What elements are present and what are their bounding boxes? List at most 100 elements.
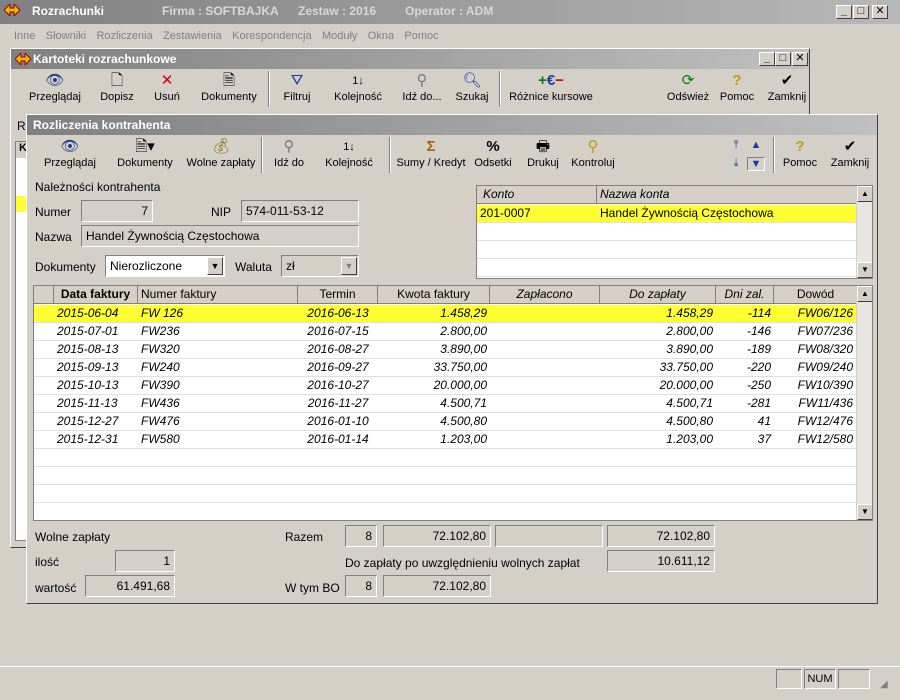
konto-scrollbar[interactable]: ▲ ▼ — [856, 186, 872, 278]
cell-zaplacono — [490, 377, 600, 395]
rk-nav-last-button[interactable]: ⤓ — [727, 157, 745, 170]
kt-usun-button[interactable]: ✕ Usuń — [147, 71, 187, 103]
col-do-zaplaty-header[interactable]: Do zapłaty — [600, 286, 716, 304]
col-kwota-header[interactable]: Kwota faktury — [378, 286, 490, 304]
menu-rozliczenia[interactable]: Rozliczenia — [96, 30, 152, 42]
dokumenty-dropdown-button[interactable]: ▼ — [207, 257, 223, 275]
rk-sumy-kredyt-button[interactable]: Σ Sumy / Kredyt — [395, 137, 467, 169]
cell-kwota: 1.203,00 — [440, 432, 487, 446]
menu-inne[interactable]: Inne — [14, 30, 35, 42]
rk-pomoc-button[interactable]: ? Pomoc — [779, 137, 821, 169]
cell-zaplacono — [490, 305, 600, 323]
kartoteki-minimize-button[interactable]: _ — [759, 52, 775, 66]
rk-kolejnosc-button[interactable]: 1↓ Kolejność — [321, 137, 377, 169]
app-maximize-button[interactable]: □ — [853, 5, 869, 19]
wolne-zaplaty-label: Wolne zapłaty — [35, 530, 111, 544]
kartoteki-close-button[interactable]: ✕ — [792, 52, 808, 66]
cell-kwota: 2.800,00 — [440, 324, 487, 338]
invoice-row[interactable]: 2015-12-27 FW476 2016-01-10 4.500,80 4.500,8… — [34, 413, 856, 431]
col-data-faktury-header[interactable]: Data faktury — [54, 286, 138, 304]
cell-numer-faktury: FW320 — [141, 342, 180, 356]
kt-idz-do-button[interactable]: ⚲ Idź do... — [397, 71, 447, 103]
menu-moduly[interactable]: Moduły — [322, 30, 357, 42]
invoice-row[interactable]: 2015-12-31 FW580 2016-01-14 1.203,00 1.203,0… — [34, 431, 856, 449]
status-pane-1 — [776, 669, 802, 689]
po-uwzglednieniu-field[interactable]: 10.611,12 — [607, 550, 715, 572]
nip-field[interactable]: 574-011-53-12 — [241, 200, 359, 222]
documents-dropdown-icon: 🗎▾ — [135, 138, 155, 155]
menu-okna[interactable]: Okna — [368, 30, 394, 42]
numer-field[interactable]: 7 — [81, 200, 153, 222]
kt-pomoc-button[interactable]: ? Pomoc — [715, 71, 759, 103]
app-logo-icon — [3, 2, 21, 18]
rk-kontroluj-button[interactable]: ⚲ Kontroluj — [567, 137, 619, 169]
invoice-row[interactable]: 2015-09-13 FW240 2016-09-27 33.750,00 33.750… — [34, 359, 856, 377]
kt-roznice-button[interactable]: +€− Różnice kursowe — [505, 71, 597, 103]
nazwa-field[interactable]: Handel Żywnością Częstochowa — [81, 225, 359, 247]
cell-dni-zal: -281 — [746, 396, 771, 410]
dropdown-arrow-icon: ▼ — [210, 261, 220, 271]
scroll-down-button[interactable]: ▼ — [857, 262, 872, 278]
razem-do-zaplaty-field[interactable]: 72.102,80 — [607, 525, 715, 547]
col-dni-zal-header[interactable]: Dni zal. — [716, 286, 774, 304]
kt-odswiez-button[interactable]: ⟳ Odśwież — [663, 71, 713, 103]
cell-zaplacono — [490, 395, 600, 413]
razem-count-field[interactable]: 8 — [345, 525, 377, 547]
kt-przegladaj-button[interactable]: 👁 Przeglądaj — [27, 71, 83, 103]
rk-nav-first-button[interactable]: ⤒ — [727, 139, 745, 152]
invoice-row[interactable]: 2015-10-13 FW390 2016-10-27 20.000,00 20.000… — [34, 377, 856, 395]
scroll-up-button[interactable]: ▲ — [857, 186, 872, 202]
col-numer-faktury-header[interactable]: Numer faktury — [138, 286, 298, 304]
kartoteki-maximize-button[interactable]: □ — [775, 52, 791, 66]
menu-slowniki[interactable]: Słowniki — [46, 30, 86, 42]
col-dowod-header[interactable]: Dowód — [774, 286, 858, 304]
menu-zestawienia[interactable]: Zestawienia — [163, 30, 222, 42]
rk-przegladaj-button[interactable]: 👁 Przeglądaj — [41, 137, 99, 169]
rk-odsetki-button[interactable]: % Odsetki — [471, 137, 515, 169]
cell-termin: 2016-01-14 — [307, 432, 369, 446]
konto-row[interactable]: 201-0007 Handel Żywnością Częstochowa — [477, 205, 857, 223]
rk-zamknij-button[interactable]: ✔ Zamknij — [827, 137, 873, 169]
nazwa-konta-header[interactable]: Nazwa konta — [597, 186, 857, 204]
invoices-scrollbar[interactable]: ▲ ▼ — [856, 286, 872, 520]
kt-szukaj-button[interactable]: 🔍︎ Szukaj — [451, 71, 493, 103]
kt-filtruj-button[interactable]: ⛛ Filtruj — [277, 71, 317, 103]
resize-grip-icon[interactable]: ◢ — [880, 679, 888, 690]
rk-wolne-zaplaty-button[interactable]: 💰︎ Wolne zapłaty — [183, 137, 259, 169]
col-termin-header[interactable]: Termin — [298, 286, 378, 304]
app-minimize-button[interactable]: _ — [836, 5, 852, 19]
ilosc-field[interactable]: 1 — [115, 550, 175, 572]
rk-drukuj-button[interactable]: 🖶 Drukuj — [521, 137, 565, 169]
razem-kwota-field[interactable]: 72.102,80 — [383, 525, 491, 547]
delete-x-icon: ✕ — [160, 72, 174, 89]
scroll-up-button[interactable]: ▲ — [857, 286, 872, 302]
razem-zaplacono-field[interactable] — [495, 525, 603, 547]
rk-nav-prev-button[interactable]: ▲ — [747, 139, 765, 151]
menu-korespondencja[interactable]: Korespondencja — [232, 30, 312, 42]
invoice-row[interactable]: 2015-11-13 FW436 2016-11-27 4.500,71 4.500,7… — [34, 395, 856, 413]
rk-dokumenty-button[interactable]: 🗎▾ Dokumenty — [113, 137, 177, 169]
app-close-button[interactable]: ✕ — [872, 5, 888, 19]
search-icon: 🔍︎ — [462, 72, 482, 89]
waluta-dropdown-button[interactable]: ▼ — [341, 257, 357, 275]
scroll-down-button[interactable]: ▼ — [857, 504, 872, 520]
w-tym-bo-kwota-field[interactable]: 72.102,80 — [383, 575, 491, 597]
invoice-row[interactable]: 2015-08-13 FW320 2016-08-27 3.890,00 3.890,0… — [34, 341, 856, 359]
numer-label: Numer — [35, 205, 72, 219]
wartosc-field[interactable]: 61.491,68 — [85, 575, 175, 597]
kt-kolejnosc-button[interactable]: 1↓ Kolejność — [331, 71, 385, 103]
invoice-row[interactable]: 2015-07-01 FW236 2016-07-15 2.800,00 2.800,0… — [34, 323, 856, 341]
cell-numer-faktury: FW 126 — [141, 306, 184, 320]
kt-dokumenty-button[interactable]: 🗎 Dokumenty — [197, 71, 261, 103]
menu-pomoc[interactable]: Pomoc — [404, 30, 438, 42]
col-zaplacono-header[interactable]: Zapłacono — [490, 286, 600, 304]
rk-nav-next-button[interactable]: ▼ — [747, 157, 765, 171]
invoice-row[interactable]: 2015-06-04 FW 126 2016-06-13 1.458,29 1.458,… — [34, 305, 856, 323]
status-pane-3 — [838, 669, 870, 689]
konto-header[interactable]: Konto — [477, 186, 597, 204]
kt-dopisz-button[interactable]: 🗋 Dopisz — [95, 71, 139, 103]
rk-idz-do-button[interactable]: ⚲ Idź do — [267, 137, 311, 169]
w-tym-bo-count-field[interactable]: 8 — [345, 575, 377, 597]
kt-zamknij-button[interactable]: ✔ Zamknij — [763, 71, 811, 103]
cell-data-faktury: 2015-07-01 — [57, 324, 119, 338]
